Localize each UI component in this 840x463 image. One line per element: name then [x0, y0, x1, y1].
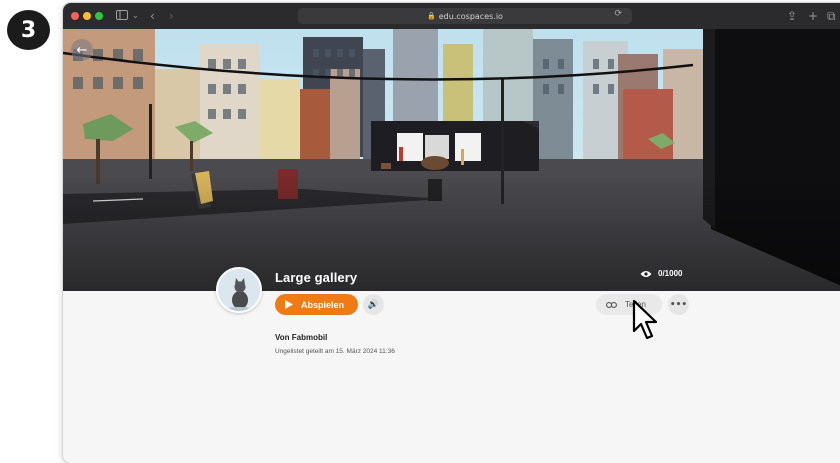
cursor-icon — [632, 299, 658, 340]
speaker-icon: 🔊 — [367, 299, 380, 310]
share-icon[interactable]: ⇪ — [787, 7, 797, 25]
play-label: Abspielen — [301, 299, 345, 310]
cat-avatar-image — [218, 269, 260, 311]
close-window-button[interactable] — [71, 12, 79, 20]
back-button[interactable]: ← — [71, 39, 93, 61]
shared-date: Ungelistet geteilt am 15. März 2024 11:3… — [275, 348, 395, 355]
views-counter: 0/1000 — [640, 269, 682, 278]
city-scene-image — [63, 29, 840, 291]
space-preview[interactable]: ← Large gallery 0/1000 — [63, 29, 840, 291]
author-line: Von Fabmobil — [275, 333, 328, 342]
lock-icon: 🔒 — [427, 12, 436, 20]
avatar[interactable] — [216, 267, 262, 313]
url-text: edu.cospaces.io — [438, 11, 503, 21]
browser-window: ⌄ ‹ › 🔒 edu.cospaces.io ⟳ ⇪ + ⧉ ← Large … — [63, 3, 840, 463]
step-number: 3 — [20, 17, 37, 43]
more-icon: ••• — [669, 299, 688, 310]
link-icon — [606, 301, 617, 308]
tabs-icon[interactable]: ⧉ — [827, 7, 836, 25]
browser-titlebar: ⌄ ‹ › 🔒 edu.cospaces.io ⟳ ⇪ + ⧉ — [63, 3, 840, 29]
url-bar[interactable]: 🔒 edu.cospaces.io ⟳ — [298, 8, 632, 24]
more-options-button[interactable]: ••• — [668, 294, 689, 315]
play-icon — [285, 300, 293, 309]
views-count: 0/1000 — [658, 269, 683, 278]
eye-icon — [640, 270, 652, 277]
sidebar-icon[interactable] — [116, 7, 128, 25]
minimize-window-button[interactable] — [83, 12, 91, 20]
forward-nav-icon[interactable]: › — [169, 7, 174, 25]
chevron-down-icon[interactable]: ⌄ — [132, 7, 139, 25]
back-nav-icon[interactable]: ‹ — [150, 7, 155, 25]
reload-icon[interactable]: ⟳ — [614, 9, 622, 19]
play-button[interactable]: Abspielen — [275, 294, 358, 315]
step-badge: 3 — [7, 10, 50, 50]
sound-button[interactable]: 🔊 — [363, 294, 384, 315]
back-arrow-icon: ← — [76, 42, 88, 58]
zoom-window-button[interactable] — [95, 12, 103, 20]
space-title: Large gallery — [275, 270, 358, 285]
plus-icon[interactable]: + — [808, 7, 818, 25]
